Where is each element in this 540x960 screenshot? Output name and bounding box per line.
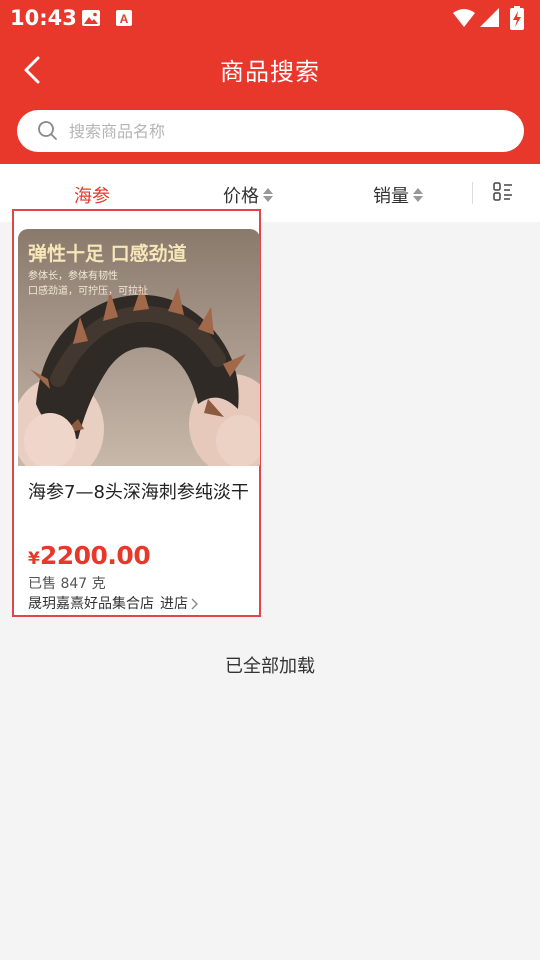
price-value: 2200.00 — [39, 541, 151, 570]
filter-tab-sales[interactable]: 销量 — [373, 182, 423, 208]
sort-arrows-icon — [263, 188, 273, 202]
filter-label-sales: 销量 — [373, 186, 409, 207]
product-image[interactable]: 弹性十足 口感劲道 参体长，参体有韧性 口感劲道，可拧压，可拉扯 — [18, 229, 260, 466]
wifi-icon — [453, 9, 475, 27]
filter-tab-category[interactable]: 海参 — [74, 182, 110, 208]
filter-tab-price[interactable]: 价格 — [223, 182, 273, 208]
product-sold-count: 已售 847 克 — [28, 576, 106, 592]
enter-store-link[interactable]: 进店 — [160, 596, 198, 612]
status-bar: 10:43 A — [0, 0, 540, 36]
status-icons — [452, 6, 532, 30]
product-card[interactable]: 弹性十足 口感劲道 参体长，参体有韧性 口感劲道，可拧压，可拉扯 海参7—8头深… — [12, 209, 261, 617]
image-subtext-line: 参体长，参体有韧性 — [28, 271, 118, 282]
store-row: 晟玥嘉熹好品集合店 进店 — [28, 593, 198, 613]
product-name[interactable]: 海参7—8头深海刺参纯淡干 — [28, 479, 250, 507]
end-of-list-text: 已全部加载 — [225, 656, 315, 677]
store-name: 晟玥嘉熹好品集合店 — [28, 596, 154, 612]
status-time: 10:43 — [10, 6, 77, 30]
search-box[interactable] — [17, 110, 524, 152]
font-icon: A — [116, 10, 132, 26]
layout-toggle-icon[interactable] — [493, 182, 513, 202]
search-input[interactable] — [69, 110, 499, 152]
product-price: ¥2200.00 — [28, 541, 151, 570]
image-subtext: 参体长，参体有韧性 口感劲道，可拧压，可拉扯 — [28, 269, 148, 299]
chevron-right-icon — [191, 598, 198, 610]
filter-divider — [472, 182, 473, 204]
search-icon — [38, 121, 57, 140]
signal-icon — [480, 8, 499, 27]
image-icon — [82, 10, 100, 26]
battery-icon — [510, 6, 524, 30]
price-currency: ¥ — [28, 549, 40, 569]
enter-store-label: 进店 — [160, 596, 188, 612]
filter-label-price: 价格 — [223, 186, 259, 207]
image-subtext-line: 口感劲道，可拧压，可拉扯 — [28, 286, 148, 297]
header-bar: 10:43 A 商品搜索 — [0, 0, 540, 164]
svg-text:A: A — [120, 12, 129, 26]
sort-arrows-icon — [413, 188, 423, 202]
image-headline: 弹性十足 口感劲道 — [28, 243, 187, 265]
page-title: 商品搜索 — [220, 58, 320, 86]
